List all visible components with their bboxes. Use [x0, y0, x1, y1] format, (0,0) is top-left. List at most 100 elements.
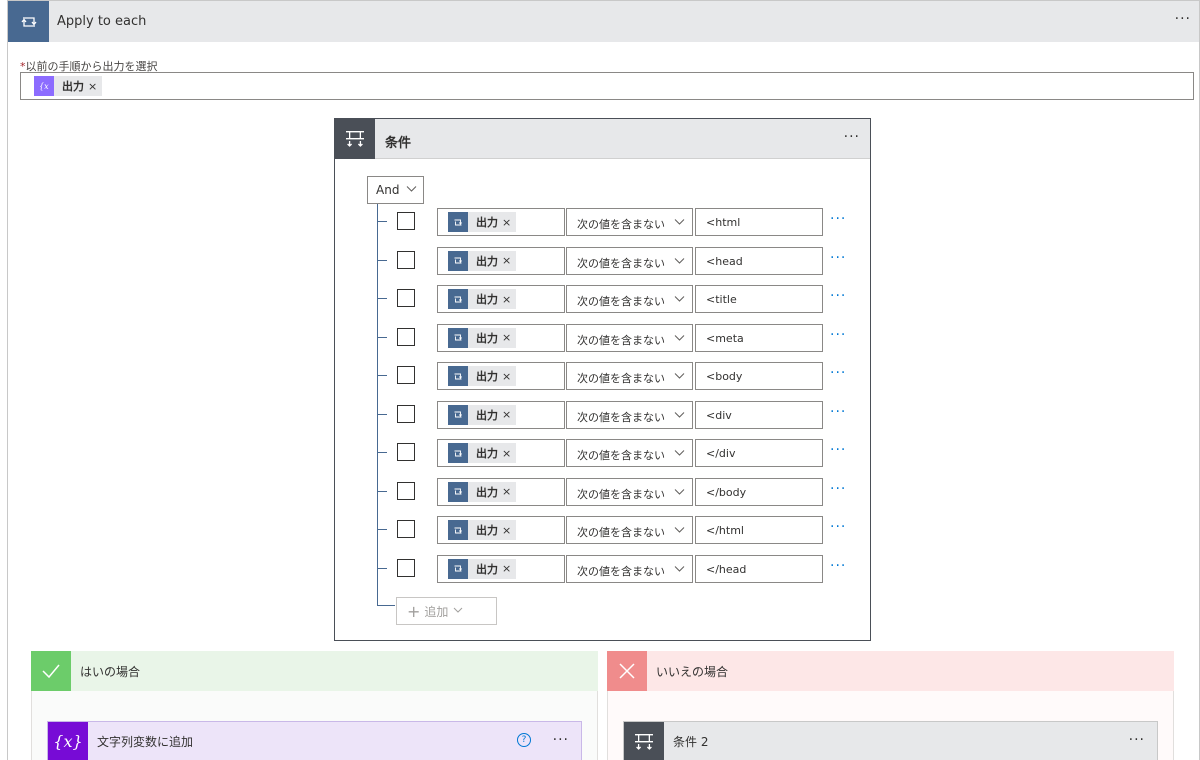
remove-token-icon[interactable]: × [502, 370, 516, 383]
operator-select[interactable]: 次の値を含まない [566, 208, 693, 236]
remove-token-icon[interactable]: × [502, 216, 516, 229]
row-more-button[interactable]: ··· [830, 211, 846, 227]
remove-token-icon[interactable]: × [88, 80, 102, 93]
help-icon[interactable]: ? [517, 733, 531, 747]
left-operand-input[interactable]: 出力 × [437, 554, 565, 583]
condition-row: 出力 × 次の値を含まない </div ··· [335, 439, 870, 467]
remove-token-icon[interactable]: × [502, 331, 516, 344]
operator-select[interactable]: 次の値を含まない [566, 323, 693, 352]
left-operand-input[interactable]: 出力 × [437, 323, 565, 352]
chevron-down-icon [674, 293, 685, 307]
row-checkbox[interactable] [397, 250, 415, 269]
left-operand-input[interactable]: 出力 × [437, 362, 565, 390]
loop-icon [448, 443, 468, 463]
row-checkbox[interactable] [397, 327, 415, 346]
right-operand-input[interactable]: <meta [695, 323, 823, 352]
left-operand-input[interactable]: 出力 × [437, 246, 565, 275]
row-checkbox[interactable] [397, 404, 415, 423]
condition-row: 出力 × 次の値を含まない <head ··· [335, 246, 870, 275]
output-token-label: 出力 [476, 447, 498, 460]
right-operand-input[interactable]: </div [695, 439, 823, 467]
chevron-down-icon [674, 486, 685, 500]
add-condition-button[interactable]: + 追加 [396, 597, 497, 625]
output-token[interactable]: 出力 × [448, 481, 517, 502]
output-token[interactable]: 出力 × [448, 443, 517, 463]
remove-token-icon[interactable]: × [502, 254, 516, 267]
row-more-button[interactable]: ··· [830, 327, 846, 343]
condition-2-card[interactable]: 条件 2 ··· [623, 721, 1158, 760]
loop-icon [448, 366, 468, 386]
operator-select[interactable]: 次の値を含まない [566, 362, 693, 390]
output-token[interactable]: 出力 × [448, 404, 517, 425]
row-checkbox[interactable] [397, 366, 415, 384]
output-token[interactable]: 出力 × [448, 366, 517, 386]
apply-to-each-more-button[interactable]: ··· [1175, 11, 1191, 27]
left-operand-input[interactable]: 出力 × [437, 477, 565, 506]
right-operand-input[interactable]: </html [695, 516, 823, 544]
operator-select[interactable]: 次の値を含まない [566, 477, 693, 506]
right-operand-input[interactable]: <div [695, 400, 823, 429]
left-operand-input[interactable]: 出力 × [437, 285, 565, 313]
condition-title: 条件 [385, 136, 412, 151]
right-operand-input[interactable]: </head [695, 554, 823, 583]
append-string-variable-more-button[interactable]: ··· [553, 732, 569, 748]
operator-select[interactable]: 次の値を含まない [566, 516, 693, 544]
chevron-down-icon [453, 604, 463, 618]
condition-row: 出力 × 次の値を含まない <body ··· [335, 362, 870, 390]
left-operand-input[interactable]: 出力 × [437, 400, 565, 429]
row-more-button[interactable]: ··· [830, 404, 846, 420]
remove-token-icon[interactable]: × [502, 524, 516, 537]
append-string-variable-card[interactable]: {x} 文字列変数に追加 ? ··· [47, 721, 582, 760]
output-token[interactable]: 出力 × [448, 558, 517, 579]
operator-value: 次の値を含まない [577, 487, 665, 501]
left-operand-input[interactable]: 出力 × [437, 439, 565, 467]
yes-branch-header[interactable]: はいの場合 [31, 651, 598, 691]
condition-more-button[interactable]: ··· [844, 129, 860, 145]
operator-select[interactable]: 次の値を含まない [566, 439, 693, 467]
row-more-button[interactable]: ··· [830, 250, 846, 266]
row-more-button[interactable]: ··· [830, 365, 846, 381]
remove-token-icon[interactable]: × [502, 447, 516, 460]
remove-token-icon[interactable]: × [502, 485, 516, 498]
output-token[interactable]: 出力 × [448, 250, 517, 271]
left-operand-input[interactable]: 出力 × [437, 208, 565, 236]
row-more-button[interactable]: ··· [830, 442, 846, 458]
row-checkbox[interactable] [397, 443, 415, 461]
operator-select[interactable]: 次の値を含まない [566, 285, 693, 313]
remove-token-icon[interactable]: × [502, 562, 516, 575]
output-token[interactable]: {x} 出力 × [34, 76, 103, 96]
right-operand-input[interactable]: </body [695, 477, 823, 506]
output-token[interactable]: 出力 × [448, 289, 517, 309]
remove-token-icon[interactable]: × [502, 408, 516, 421]
condition-2-more-button[interactable]: ··· [1129, 732, 1145, 748]
row-checkbox[interactable] [397, 289, 415, 307]
output-token[interactable]: 出力 × [448, 212, 517, 232]
select-output-input[interactable]: {x} 出力 × [20, 72, 1194, 100]
no-branch-header[interactable]: いいえの場合 [607, 651, 1174, 691]
row-more-button[interactable]: ··· [830, 519, 846, 535]
row-checkbox[interactable] [397, 558, 415, 577]
row-more-button[interactable]: ··· [830, 288, 846, 304]
remove-token-icon[interactable]: × [502, 293, 516, 306]
row-checkbox[interactable] [397, 520, 415, 538]
right-operand-input[interactable]: <body [695, 362, 823, 390]
output-token[interactable]: 出力 × [448, 520, 517, 540]
apply-to-each-header[interactable]: Apply to each ··· [8, 1, 1199, 42]
condition-row: 出力 × 次の値を含まない <div ··· [335, 400, 870, 429]
row-more-button[interactable]: ··· [830, 481, 846, 497]
left-operand-input[interactable]: 出力 × [437, 516, 565, 544]
group-operator-select[interactable]: And [367, 176, 424, 204]
output-token[interactable]: 出力 × [448, 327, 517, 348]
right-operand-input[interactable]: <head [695, 246, 823, 275]
condition-header[interactable]: 条件 ··· [335, 119, 870, 159]
operator-select[interactable]: 次の値を含まない [566, 246, 693, 275]
right-operand-input[interactable]: <title [695, 285, 823, 313]
right-operand-input[interactable]: <html [695, 208, 823, 236]
loop-icon [448, 520, 468, 540]
operator-select[interactable]: 次の値を含まない [566, 400, 693, 429]
operator-select[interactable]: 次の値を含まない [566, 554, 693, 583]
row-checkbox[interactable] [397, 481, 415, 500]
operator-value: 次の値を含まない [577, 218, 665, 231]
row-checkbox[interactable] [397, 212, 415, 230]
row-more-button[interactable]: ··· [830, 558, 846, 574]
